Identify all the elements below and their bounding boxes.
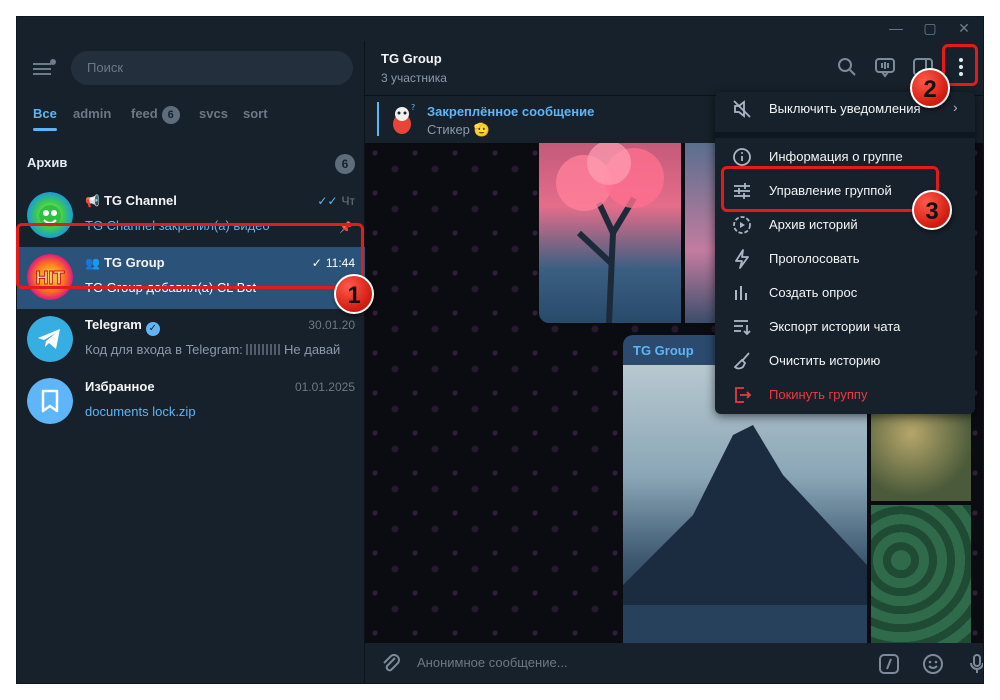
verified-icon: ✓: [145, 322, 160, 336]
chat-name: Telegram ✓: [85, 317, 160, 336]
album-sender: TG Group: [633, 343, 694, 358]
chat-last-message: documents lock.zip: [85, 404, 196, 419]
microphone-icon[interactable]: [965, 652, 984, 676]
pinned-indicator: [377, 102, 379, 136]
close-window-button[interactable]: ✕: [947, 17, 981, 41]
unread-badge: 6: [161, 106, 180, 124]
menu-item-leave-group[interactable]: Покинуть группу: [715, 378, 975, 412]
broom-icon: [733, 352, 750, 370]
story-archive-icon: [733, 216, 751, 234]
chat-name: Избранное: [85, 379, 155, 394]
search-icon[interactable]: [835, 55, 859, 79]
menu-item-create-poll[interactable]: Создать опрос: [715, 276, 975, 310]
step-badge-1: 1: [334, 274, 374, 314]
chevron-right-icon: ›: [953, 99, 958, 115]
chat-last-message: Код для входа в Telegram: Не давай: [85, 342, 341, 357]
photo-leaves[interactable]: [871, 505, 971, 643]
archive-count-badge: 6: [335, 154, 355, 174]
photo-pink-tree[interactable]: [539, 143, 681, 323]
archive-title[interactable]: Архив: [27, 155, 67, 170]
pinned-text: Стикер 🫡: [427, 122, 490, 137]
title-bar: — ▢ ✕: [17, 17, 983, 41]
tab-sort[interactable]: sort: [243, 103, 268, 133]
mute-icon: [733, 100, 751, 118]
menu-separator: [715, 132, 975, 138]
poll-icon: [735, 286, 747, 300]
chat-time: 01.01.2025: [294, 380, 355, 394]
member-count: 3 участника: [381, 71, 447, 85]
highlight-manage-group: [721, 166, 939, 212]
bot-commands-icon[interactable]: [877, 652, 901, 676]
tab-admin[interactable]: admin: [73, 103, 111, 133]
menu-item-boost[interactable]: Проголосовать: [715, 242, 975, 276]
avatar: [27, 316, 73, 362]
leave-icon: [735, 387, 752, 403]
chat-item-telegram[interactable]: Telegram ✓ 30.01.20 Код для входа в Teleg…: [17, 309, 365, 371]
menu-icon[interactable]: [33, 59, 56, 77]
svg-text:?: ?: [411, 103, 415, 112]
chat-name: 📢 TG Channel: [85, 193, 177, 208]
info-icon: [733, 148, 751, 166]
export-icon: [734, 320, 751, 336]
sticker-thumbnail: ?: [393, 103, 415, 134]
double-check-icon: ✓✓: [317, 194, 338, 208]
pinned-title: Закреплённое сообщение: [427, 104, 595, 119]
chat-time: ✓✓ Чт: [317, 194, 355, 208]
minimize-button[interactable]: —: [879, 17, 913, 41]
chat-time: 30.01.20: [308, 318, 355, 332]
message-composer: Анонимное сообщение...: [365, 643, 984, 683]
lightning-icon: [735, 249, 749, 269]
chat-item-saved[interactable]: Избранное 01.01.2025 documents lock.zip: [17, 371, 365, 433]
chat-header: TG Group 3 участника: [365, 41, 983, 95]
menu-item-clear-history[interactable]: Очистить историю: [715, 344, 975, 378]
step-badge-2: 2: [910, 68, 950, 108]
tab-feed-label: feed: [131, 106, 158, 121]
tab-svcs[interactable]: svcs: [199, 103, 228, 133]
megaphone-icon: 📢: [85, 194, 100, 208]
menu-item-export-history[interactable]: Экспорт истории чата: [715, 310, 975, 344]
live-chat-icon[interactable]: [873, 55, 897, 79]
hidden-code: [246, 344, 281, 355]
chat-title[interactable]: TG Group: [381, 51, 442, 66]
folder-tabs: Все admin feed 6 svcs sort: [17, 103, 365, 133]
message-input[interactable]: Анонимное сообщение...: [417, 655, 568, 670]
step-badge-3: 3: [912, 190, 952, 230]
emoji-icon[interactable]: [921, 652, 945, 676]
maximize-button[interactable]: ▢: [913, 17, 947, 41]
search-input[interactable]: Поиск: [71, 51, 353, 85]
tab-feed[interactable]: feed 6: [131, 103, 180, 133]
chat-options-menu: Выключить уведомления › Информация о гру…: [715, 92, 975, 414]
tab-all[interactable]: Все: [33, 103, 57, 133]
attach-icon[interactable]: [379, 652, 403, 676]
highlight-tg-group-chat: [16, 223, 364, 289]
sidebar: Поиск Все admin feed 6 svcs sort Архив 6 …: [17, 41, 365, 683]
avatar: [27, 378, 73, 424]
